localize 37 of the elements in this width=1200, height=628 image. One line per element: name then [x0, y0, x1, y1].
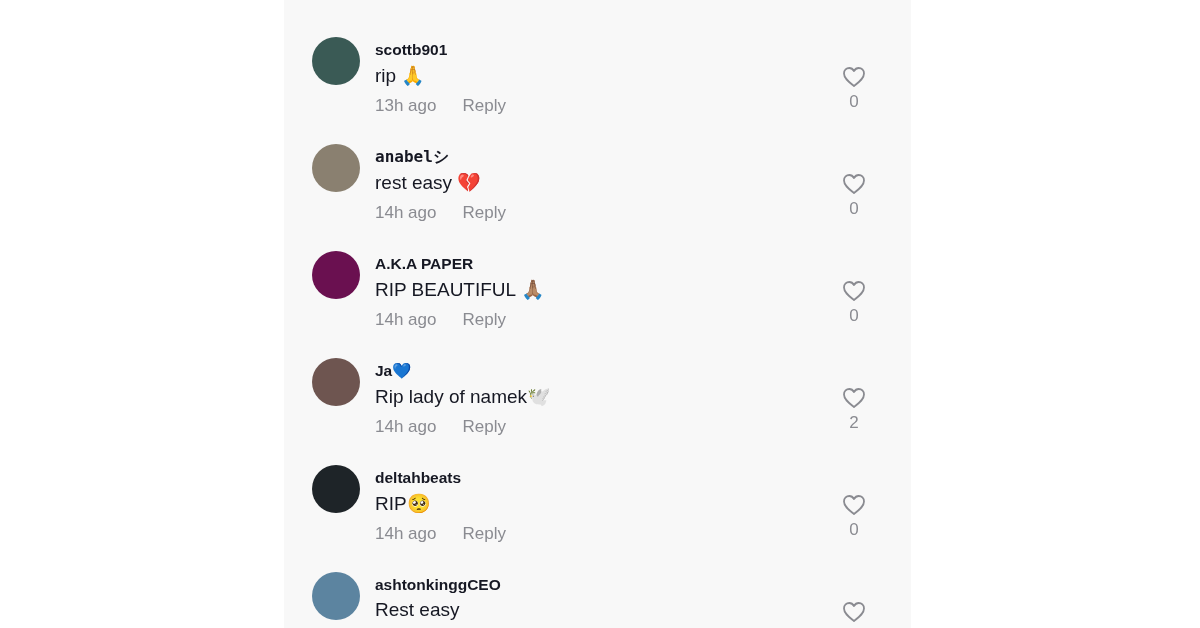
comment-time: 14h ago: [375, 310, 437, 330]
like-count: 0: [849, 92, 859, 112]
reply-link[interactable]: Reply: [462, 310, 506, 330]
comment-time: 14h ago: [375, 417, 437, 437]
heart-icon[interactable]: [842, 280, 866, 302]
comment-text: RIP BEAUTIFUL 🙏🏽: [375, 277, 545, 301]
comment-time: 14h ago: [375, 524, 437, 544]
comment-text: rest easy 💔: [375, 170, 482, 194]
heart-icon[interactable]: [842, 387, 866, 409]
username[interactable]: ashtonkinggCEO: [375, 576, 501, 594]
username[interactable]: A.K.A PAPER: [375, 255, 474, 273]
heart-icon[interactable]: [842, 601, 866, 623]
heart-icon[interactable]: [842, 494, 866, 516]
avatar-placeholder[interactable]: [312, 37, 360, 85]
username[interactable]: anabelシ: [375, 146, 449, 168]
avatar-placeholder[interactable]: [312, 358, 360, 406]
comment-text: Rest easy: [375, 599, 460, 621]
reply-link[interactable]: Reply: [462, 203, 506, 223]
like-count: 0: [849, 520, 859, 540]
comment-text: Rip lady of namek🕊: [375, 384, 552, 408]
comment-text: rip 🙏: [375, 63, 426, 87]
username[interactable]: deltahbeats: [375, 469, 462, 487]
reply-link[interactable]: Reply: [462, 524, 506, 544]
reply-link[interactable]: Reply: [462, 417, 506, 437]
avatar-placeholder[interactable]: [312, 251, 360, 299]
heart-icon[interactable]: [842, 66, 866, 88]
like-count: 0: [849, 199, 859, 219]
reply-link[interactable]: Reply: [462, 96, 506, 116]
like-count: 0: [849, 306, 859, 326]
comment-time: 14h ago: [375, 203, 437, 223]
username[interactable]: scottb901: [375, 41, 448, 59]
username[interactable]: Ja💙: [375, 362, 412, 380]
like-count: 2: [849, 413, 859, 433]
comment-time: 13h ago: [375, 96, 437, 116]
avatar-placeholder[interactable]: [312, 465, 360, 513]
comment-text: RIP🥺: [375, 491, 431, 515]
heart-icon[interactable]: [842, 173, 866, 195]
